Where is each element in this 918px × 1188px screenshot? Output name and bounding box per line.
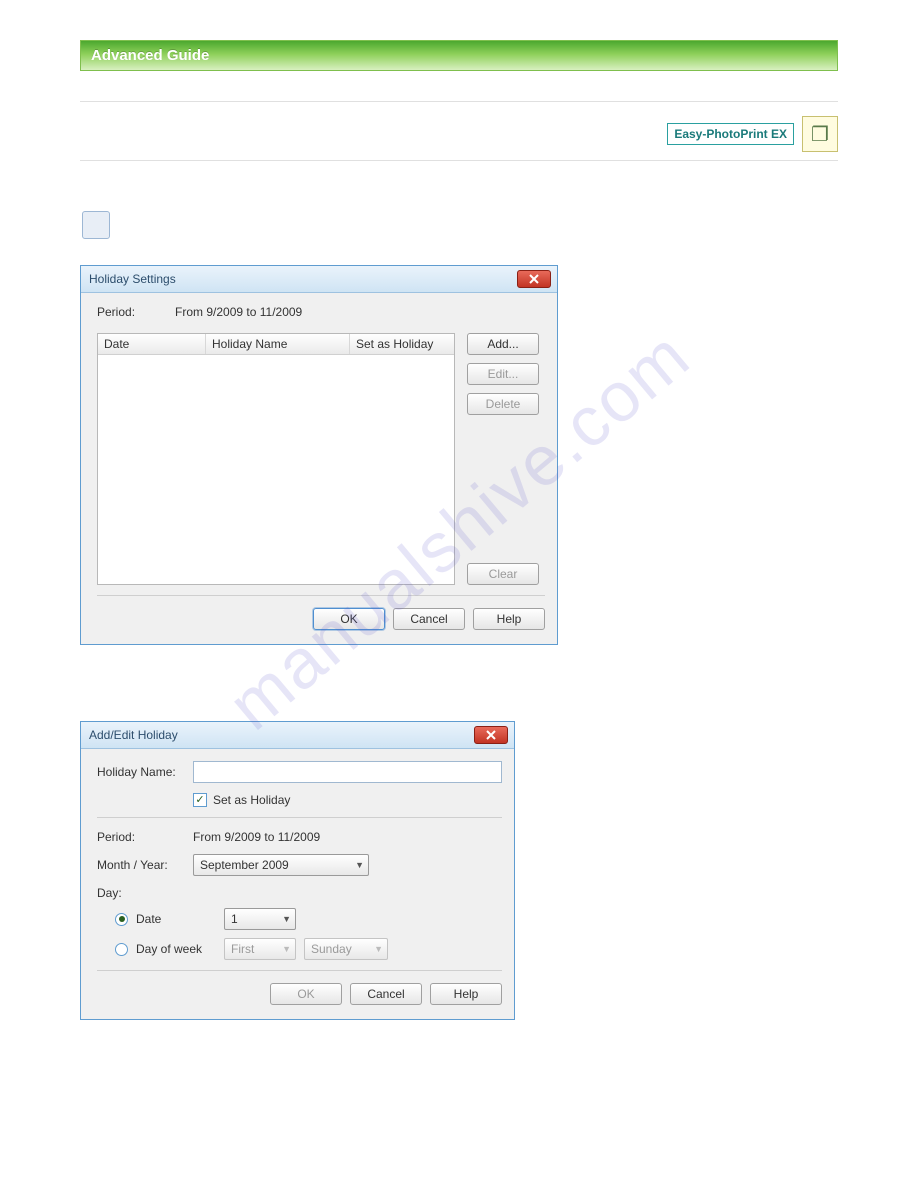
period-value: From 9/2009 to 11/2009 (175, 305, 302, 319)
add-button[interactable]: Add... (467, 333, 539, 355)
col-holiday-name[interactable]: Holiday Name (206, 334, 350, 354)
close-icon (486, 730, 496, 740)
date-value: 1 (231, 912, 238, 926)
close-button[interactable] (517, 270, 551, 288)
add-edit-holiday-dialog: Add/Edit Holiday Holiday Name: ✓ Set as … (80, 721, 515, 1020)
day-of-week-radio-label: Day of week (136, 942, 216, 956)
ordinal-value: First (231, 942, 254, 956)
ordinal-select[interactable]: First ▼ (224, 938, 296, 960)
help-button[interactable]: Help (473, 608, 545, 630)
close-icon (529, 274, 539, 284)
day-of-week-radio[interactable] (115, 943, 128, 956)
date-radio[interactable] (115, 913, 128, 926)
settings-icon (82, 211, 110, 239)
period-value: From 9/2009 to 11/2009 (193, 830, 320, 844)
ok-button[interactable]: OK (313, 608, 385, 630)
listview-header: Date Holiday Name Set as Holiday (98, 334, 454, 355)
chevron-down-icon: ▼ (282, 914, 291, 924)
delete-button[interactable]: Delete (467, 393, 539, 415)
set-as-holiday-label: Set as Holiday (213, 793, 290, 807)
banner-title: Advanced Guide (91, 47, 209, 64)
holiday-name-label: Holiday Name: (97, 765, 183, 779)
cancel-button[interactable]: Cancel (393, 608, 465, 630)
help-button[interactable]: Help (430, 983, 502, 1005)
month-year-value: September 2009 (200, 858, 289, 872)
col-date[interactable]: Date (98, 334, 206, 354)
date-select[interactable]: 1 ▼ (224, 908, 296, 930)
month-year-select[interactable]: September 2009 ▼ (193, 854, 369, 876)
weekday-select[interactable]: Sunday ▼ (304, 938, 388, 960)
app-badge-label: Easy-PhotoPrint EX (667, 123, 794, 145)
ok-button[interactable]: OK (270, 983, 342, 1005)
dialog-title: Add/Edit Holiday (89, 728, 178, 742)
clear-button[interactable]: Clear (467, 563, 539, 585)
holidays-listview[interactable]: Date Holiday Name Set as Holiday (97, 333, 455, 585)
period-label: Period: (97, 305, 135, 319)
dialog-divider (97, 817, 502, 818)
stack-icon: ❐ (811, 122, 829, 147)
day-label: Day: (97, 886, 122, 900)
check-icon: ✓ (195, 795, 204, 806)
chevron-down-icon: ▼ (282, 944, 291, 954)
month-year-label: Month / Year: (97, 858, 183, 872)
dialog-title: Holiday Settings (89, 272, 176, 286)
titlebar: Holiday Settings (81, 266, 557, 293)
date-radio-label: Date (136, 912, 216, 926)
set-as-holiday-checkbox[interactable]: ✓ (193, 793, 207, 807)
dialog-divider (97, 595, 545, 596)
chevron-down-icon: ▼ (374, 944, 383, 954)
holiday-settings-dialog: Holiday Settings Period: From 9/2009 to … (80, 265, 558, 645)
holiday-name-input[interactable] (193, 761, 502, 783)
advanced-guide-banner: Advanced Guide (80, 40, 838, 71)
weekday-value: Sunday (311, 942, 352, 956)
photos-icon: ❐ (802, 116, 838, 152)
edit-button[interactable]: Edit... (467, 363, 539, 385)
titlebar: Add/Edit Holiday (81, 722, 514, 749)
cancel-button[interactable]: Cancel (350, 983, 422, 1005)
period-label: Period: (97, 830, 183, 844)
radio-dot-icon (119, 916, 125, 922)
close-button[interactable] (474, 726, 508, 744)
chevron-down-icon: ▼ (355, 860, 364, 870)
dialog-divider (97, 970, 502, 971)
col-set-as-holiday[interactable]: Set as Holiday (350, 334, 454, 354)
